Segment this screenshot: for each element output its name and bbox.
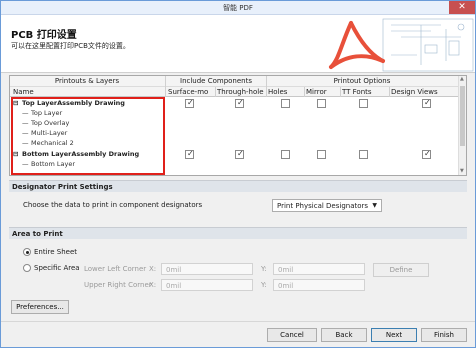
entire-sheet-label[interactable]: Entire Sheet (34, 248, 77, 256)
window-title: 智能 PDF (223, 4, 253, 12)
title-bar: 智能 PDF ✕ (1, 1, 475, 15)
surface-mount-checkbox[interactable] (185, 98, 194, 108)
column-divider (165, 76, 166, 97)
holes-checkbox[interactable] (281, 99, 290, 108)
col-surface-mount[interactable]: Surface-mo (168, 88, 215, 96)
column-divider (340, 87, 341, 97)
scroll-down-icon[interactable]: ▼ (460, 168, 464, 174)
specific-area-radio[interactable] (23, 264, 31, 272)
design-views-checkbox[interactable] (422, 98, 431, 108)
upper-right-x-label: X: (149, 281, 157, 289)
column-divider (389, 87, 390, 97)
table-group-header: Printouts & Layers Include Components Pr… (10, 76, 466, 87)
table-column-header: Name Surface-mo Through-hole Holes Mirro… (10, 87, 466, 97)
pdf-swirl-icon (329, 21, 385, 69)
page-subtitle: 可以在这里配置打印PCB文件的设置。 (11, 42, 130, 50)
lower-left-y-label: Y: (261, 265, 267, 273)
column-divider (266, 76, 267, 97)
col-mirror[interactable]: Mirror (306, 88, 327, 96)
tt-fonts-checkbox[interactable] (359, 150, 368, 159)
next-button[interactable]: Next (371, 328, 417, 342)
pcb-print-settings-dialog: 智能 PDF ✕ PCB 打印设置 可以在这里配置打印PCB文件的设置。 Pri… (0, 0, 476, 348)
designator-section-header: Designator Print Settings (9, 180, 467, 192)
page-title: PCB 打印设置 (11, 30, 77, 41)
group-printouts-layers: Printouts & Layers (54, 77, 120, 85)
lower-left-x-field[interactable]: 0mil (161, 263, 253, 275)
design-views-checkbox[interactable] (422, 149, 431, 159)
printouts-layers-table: Printouts & Layers Include Components Pr… (9, 75, 467, 176)
wizard-footer: Cancel Back Next Finish (1, 321, 475, 348)
chevron-down-icon: ▼ (372, 202, 377, 209)
finish-button[interactable]: Finish (421, 328, 467, 342)
cancel-button[interactable]: Cancel (267, 328, 317, 342)
preferences-button[interactable]: Preferences... (11, 300, 69, 314)
column-divider (304, 87, 305, 97)
designator-prompt: Choose the data to print in component de… (23, 201, 203, 209)
tt-fonts-checkbox[interactable] (359, 99, 368, 108)
designator-selected-value: Print Physical Designators (277, 202, 369, 210)
back-button[interactable]: Back (321, 328, 367, 342)
define-button[interactable]: Define (373, 263, 429, 277)
lower-left-y-field[interactable]: 0mil (273, 263, 365, 275)
lower-left-corner-label: Lower Left Corner (84, 265, 147, 273)
vertical-scrollbar[interactable]: ▲ ▼ (458, 76, 466, 175)
area-section-header: Area to Print (9, 227, 467, 239)
scroll-thumb[interactable] (460, 86, 465, 146)
col-tt-fonts[interactable]: TT Fonts (342, 88, 372, 96)
close-button[interactable]: ✕ (449, 1, 475, 14)
through-hole-checkbox[interactable] (235, 149, 244, 159)
col-through-hole[interactable]: Through-hole (217, 88, 266, 96)
surface-mount-checkbox[interactable] (185, 149, 194, 159)
holes-checkbox[interactable] (281, 150, 290, 159)
highlight-annotation-box (11, 97, 165, 175)
group-printout-options: Printout Options (333, 77, 391, 85)
upper-right-y-label: Y: (261, 281, 267, 289)
col-design-views[interactable]: Design Views (391, 88, 438, 96)
upper-right-corner-label: Upper Right Corner (84, 281, 152, 289)
pdf-logo-banner (329, 18, 474, 72)
scroll-up-icon[interactable]: ▲ (460, 76, 464, 82)
wizard-header: PCB 打印设置 可以在这里配置打印PCB文件的设置。 (1, 15, 475, 73)
group-include-components: Include Components (180, 77, 252, 85)
mirror-checkbox[interactable] (317, 99, 326, 108)
specific-area-label[interactable]: Specific Area (34, 264, 80, 272)
upper-right-x-field[interactable]: 0mil (161, 279, 253, 291)
column-divider (215, 87, 216, 97)
entire-sheet-radio[interactable] (23, 248, 31, 256)
designator-dropdown[interactable]: Print Physical Designators ▼ (272, 199, 382, 212)
col-name[interactable]: Name (13, 88, 34, 96)
lower-left-x-label: X: (149, 265, 157, 273)
upper-right-y-field[interactable]: 0mil (273, 279, 365, 291)
through-hole-checkbox[interactable] (235, 98, 244, 108)
mirror-checkbox[interactable] (317, 150, 326, 159)
col-holes[interactable]: Holes (268, 88, 287, 96)
